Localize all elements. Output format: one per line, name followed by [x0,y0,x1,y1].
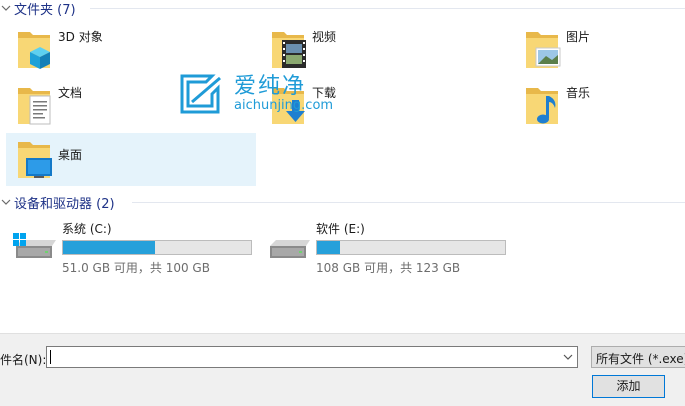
folder-label: 3D 对象 [58,30,103,44]
3d-objects-folder-icon [14,26,54,74]
windows-drive-icon [12,220,58,260]
documents-folder-icon [14,82,54,130]
filename-label: 件名(N): [0,353,47,367]
divider-line [132,202,685,203]
drives-group-title: 设备和驱动器 (2) [14,196,115,212]
folder-tile-desktop[interactable]: 桌面 [6,133,256,186]
folder-tile-videos[interactable]: 视频 [268,26,336,74]
drive-free-space: 108 GB 可用，共 123 GB [316,261,461,275]
chevron-down-icon [1,199,11,205]
pictures-folder-icon [522,26,562,74]
folder-label: 视频 [312,30,337,44]
desktop-folder-icon [14,136,54,184]
drive-usage-bar [316,240,506,255]
drive-usage-bar [62,240,252,255]
folders-group-header[interactable]: 文件夹 (7) [0,0,76,18]
drive-usage-fill [63,241,156,254]
watermark-logo-icon [180,74,221,114]
folder-label: 文档 [58,86,83,100]
folder-label: 下载 [312,86,337,100]
folder-tile-3d-objects[interactable]: 3D 对象 [14,26,103,74]
videos-folder-icon [268,26,308,74]
folder-tile-music[interactable]: 音乐 [522,82,590,130]
drives-group-header[interactable]: 设备和驱动器 (2) [0,193,115,212]
music-folder-icon [522,82,562,130]
folder-label: 音乐 [566,86,591,100]
drive-free-space: 51.0 GB 可用，共 100 GB [62,261,210,275]
folder-label: 图片 [566,30,591,44]
divider-line [90,8,685,9]
drive-tile-c[interactable]: 系统 (C:) 51.0 GB 可用，共 100 GB [12,220,252,276]
chevron-down-icon [1,5,11,11]
add-button[interactable]: 添加 [592,375,665,398]
folders-group-title: 文件夹 (7) [14,2,76,18]
folder-tile-downloads[interactable]: 下载 [268,82,336,130]
drive-tile-e[interactable]: 软件 (E:) 108 GB 可用，共 123 GB [266,220,506,276]
drive-name: 系统 (C:) [62,222,112,236]
dialog-footer [0,333,685,406]
text-caret [50,350,51,364]
filename-input[interactable] [46,346,578,368]
file-type-filter[interactable]: 所有文件 (*.exe) [591,346,685,368]
drives-group-divider [132,193,685,211]
drive-usage-fill [317,241,340,254]
folders-group-divider [90,0,685,17]
downloads-folder-icon [268,82,308,130]
folder-tile-pictures[interactable]: 图片 [522,26,590,74]
drive-name: 软件 (E:) [316,222,365,236]
folder-tile-documents[interactable]: 文档 [14,82,82,130]
drive-icon [266,220,312,260]
chevron-down-icon[interactable] [562,350,574,364]
folder-label: 桌面 [58,148,83,162]
